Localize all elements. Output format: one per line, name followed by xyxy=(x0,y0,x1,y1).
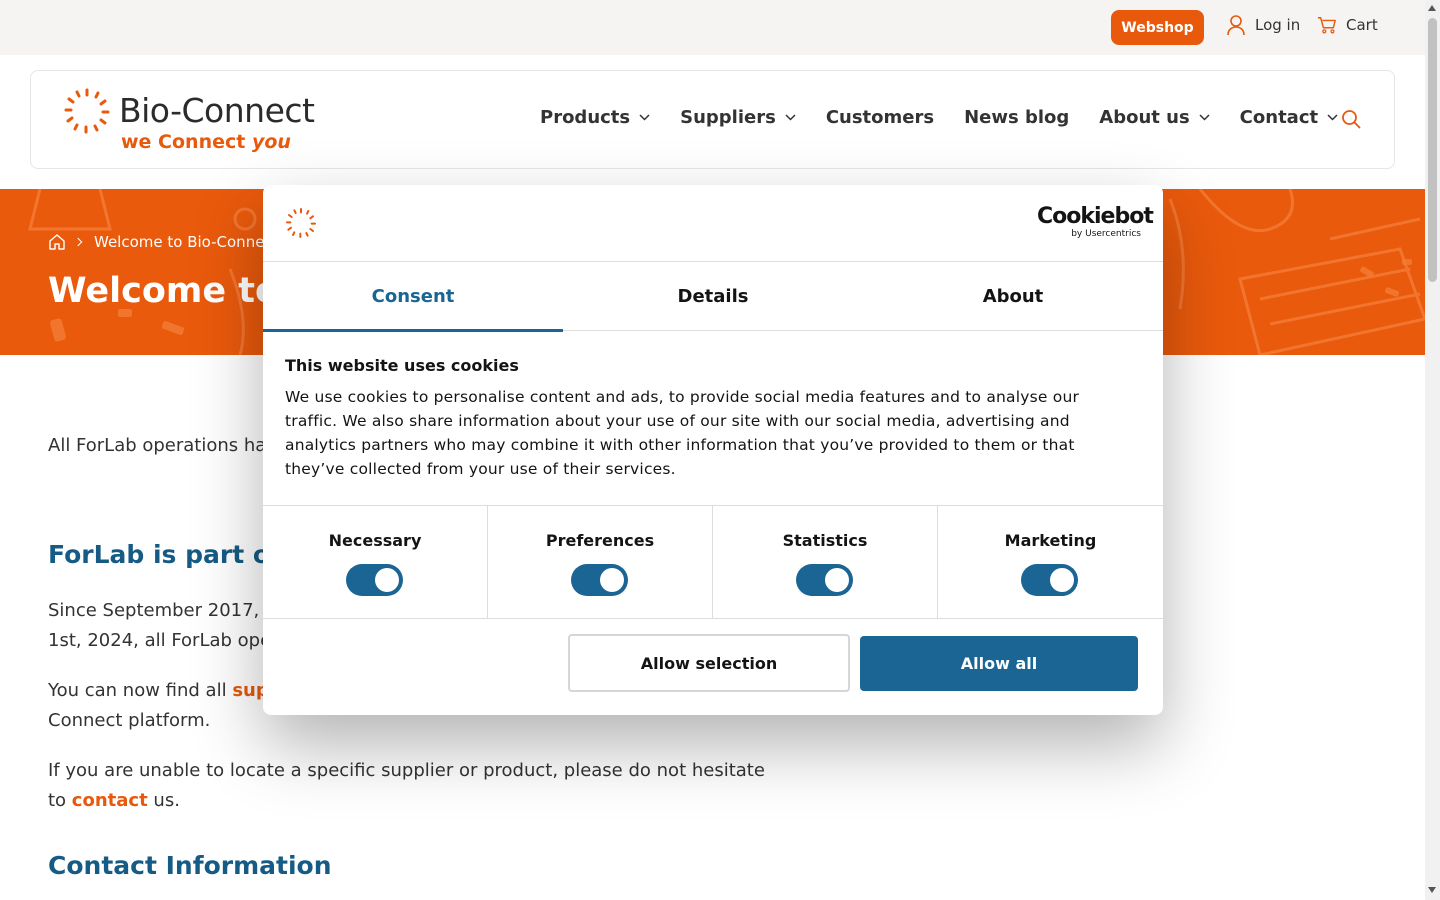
webshop-button[interactable]: Webshop xyxy=(1111,10,1204,45)
toggle-necessary[interactable] xyxy=(346,564,403,596)
logo-tag-emph: you xyxy=(251,131,291,153)
scroll-thumb[interactable] xyxy=(1428,18,1437,282)
site-logo-icon xyxy=(286,208,316,238)
toggle-preferences[interactable] xyxy=(571,564,628,596)
cookie-tabs: Consent Details About xyxy=(263,262,1163,332)
scroll-down-arrow[interactable] xyxy=(1428,887,1436,893)
top-utility-bar: Webshop Log in Cart xyxy=(0,0,1425,55)
cookie-dialog-header: Cookiebot by Usercentrics xyxy=(263,185,1163,262)
tab-consent[interactable]: Consent xyxy=(263,262,563,332)
nav-suppliers[interactable]: Suppliers xyxy=(680,107,796,128)
toggle-label-necessary: Necessary xyxy=(328,531,422,550)
login-link[interactable]: Log in xyxy=(1226,14,1300,36)
cookie-title: This website uses cookies xyxy=(285,356,519,375)
nav-contact-label: Contact xyxy=(1239,107,1319,128)
bio-connect-logo[interactable]: Bio-Connect we Connect you xyxy=(63,85,343,155)
nav-customers[interactable]: Customers xyxy=(826,107,934,128)
toggle-cell-marketing: Marketing xyxy=(938,506,1163,619)
cookiebot-logo[interactable]: Cookiebot by Usercentrics xyxy=(1037,204,1154,241)
logo-mark-icon xyxy=(64,88,110,134)
logo-tag-prefix: we Connect xyxy=(121,131,246,153)
breadcrumb-current: Welcome to Bio-Conne xyxy=(94,233,265,251)
chevron-down-icon xyxy=(1199,114,1210,121)
allow-selection-button[interactable]: Allow selection xyxy=(568,634,850,692)
nav-about-us[interactable]: About us xyxy=(1099,107,1210,128)
intro-paragraph: All ForLab operations hav xyxy=(48,435,277,456)
nav-suppliers-label: Suppliers xyxy=(680,107,776,128)
cookie-consent-dialog: Cookiebot by Usercentrics Consent Detail… xyxy=(263,185,1163,715)
logo-tagline: we Connect you xyxy=(121,131,291,153)
nav-contact[interactable]: Contact xyxy=(1240,107,1338,128)
allow-all-button[interactable]: Allow all xyxy=(860,636,1138,691)
chevron-down-icon xyxy=(785,114,796,121)
cookie-category-toggles: Necessary Preferences Statistics Marketi… xyxy=(263,505,1163,619)
nav-customers-label: Customers xyxy=(825,107,935,128)
tab-details[interactable]: Details xyxy=(563,262,863,331)
toggle-label-preferences: Preferences xyxy=(545,531,655,550)
cart-label: Cart xyxy=(1346,16,1378,34)
search-icon[interactable] xyxy=(1341,109,1361,129)
find-prefix: You can now find all xyxy=(48,680,233,701)
nav-news-blog-label: News blog xyxy=(964,107,1070,128)
cart-icon xyxy=(1317,17,1336,34)
chevron-down-icon xyxy=(639,114,650,121)
cart-link[interactable]: Cart xyxy=(1317,14,1378,36)
site-header: Bio-Connect we Connect you Products Supp… xyxy=(30,70,1395,169)
nav-about-us-label: About us xyxy=(1099,107,1190,128)
logo-name: Bio-Connect xyxy=(119,91,315,130)
home-icon[interactable] xyxy=(48,233,66,251)
scroll-up-arrow[interactable] xyxy=(1428,5,1436,11)
user-icon xyxy=(1227,15,1245,36)
tab-about[interactable]: About xyxy=(863,262,1163,331)
toggle-cell-necessary: Necessary xyxy=(263,506,488,619)
nav-news-blog[interactable]: News blog xyxy=(964,107,1069,128)
toggle-statistics[interactable] xyxy=(796,564,853,596)
toggle-label-marketing: Marketing xyxy=(1004,531,1097,550)
main-nav: Products Suppliers Customers News blog A… xyxy=(540,107,1338,128)
nav-products[interactable]: Products xyxy=(540,107,650,128)
chevron-right-icon xyxy=(77,237,83,247)
page-scrollbar[interactable] xyxy=(1425,0,1440,900)
unable-paragraph: If you are unable to locate a specific s… xyxy=(48,756,768,816)
chevron-down-icon xyxy=(1327,114,1338,121)
toggle-cell-statistics: Statistics xyxy=(713,506,938,619)
contact-link[interactable]: contact xyxy=(72,790,148,811)
cookie-description: We use cookies to personalise content an… xyxy=(285,388,1080,478)
section-heading-part-of: ForLab is part of I xyxy=(48,540,299,569)
toggle-marketing[interactable] xyxy=(1021,564,1078,596)
unable-suffix: us. xyxy=(147,790,180,811)
breadcrumb: Welcome to Bio-Conne xyxy=(48,233,264,251)
cookiebot-brand: Cookiebot xyxy=(1037,204,1154,229)
nav-products-label: Products xyxy=(540,107,631,128)
page-title: Welcome to xyxy=(48,271,280,311)
toggle-cell-preferences: Preferences xyxy=(488,506,713,619)
login-label: Log in xyxy=(1255,16,1301,34)
toggle-label-statistics: Statistics xyxy=(782,531,868,550)
cookiebot-sub: by Usercentrics xyxy=(1071,229,1141,239)
section-heading-contact: Contact Information xyxy=(48,851,332,880)
